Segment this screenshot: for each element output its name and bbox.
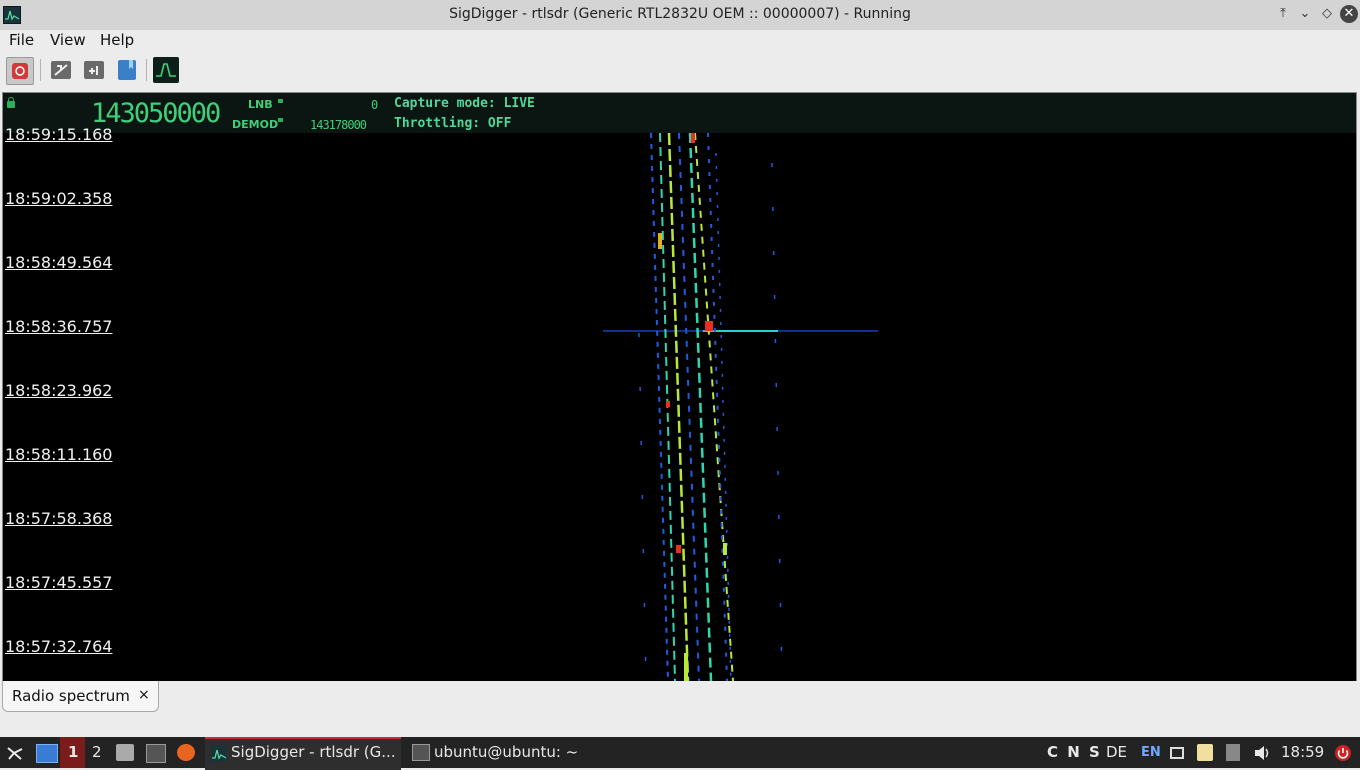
demod-lock-icon[interactable] — [278, 118, 283, 122]
lock-icon[interactable] — [7, 97, 15, 108]
taskbar: 1 2 SigDigger - rtlsdr (G... ubuntu@ubun… — [0, 737, 1360, 770]
add-panel-button[interactable] — [81, 57, 107, 83]
task-sigdigger[interactable]: SigDigger - rtlsdr (G... — [205, 737, 401, 770]
keyboard-layout-en[interactable]: EN — [1141, 745, 1161, 760]
workspace-1-label: 1 — [68, 743, 79, 761]
demod-frequency[interactable]: 143178000 — [310, 118, 367, 132]
file-manager-icon[interactable] — [116, 744, 134, 761]
record-icon — [12, 63, 28, 79]
menu-help[interactable]: Help — [100, 31, 134, 49]
capture-mode: Capture mode: LIVE — [394, 96, 535, 111]
workspace-2-button[interactable]: 2 — [92, 743, 102, 761]
settings-icon — [51, 61, 71, 79]
spectrum-icon — [156, 63, 176, 77]
menu-bar: File View Help — [0, 30, 1360, 52]
toolbar-separator — [40, 59, 41, 81]
timestamp: 18:58:36.757 — [5, 317, 113, 336]
workspace-1-button[interactable]: 1 — [60, 737, 85, 768]
add-icon — [84, 61, 104, 79]
sigdigger-icon — [211, 746, 227, 762]
clock: 18:59 — [1281, 743, 1325, 761]
menu-file[interactable]: File — [9, 31, 34, 49]
settings-button[interactable] — [48, 57, 74, 83]
keep-above-icon[interactable]: ⤒ — [1274, 5, 1292, 23]
timestamp: 18:59:02.358 — [5, 189, 113, 208]
frequency-lcd: 143050000 LNB 0 DEMOD 143178000 Capture … — [3, 93, 1356, 133]
tab-radio-spectrum[interactable]: Radio spectrum × — [2, 681, 159, 712]
close-tab-icon[interactable]: × — [138, 687, 150, 703]
power-icon[interactable] — [1334, 744, 1352, 761]
terminal-icon[interactable] — [146, 744, 166, 763]
waterfall-plot — [603, 133, 878, 681]
spectrum-button[interactable] — [153, 57, 179, 83]
lnb-label: LNB — [248, 98, 273, 111]
tab-bar: Radio spectrum × — [0, 681, 1360, 737]
volume-icon[interactable] — [1253, 744, 1271, 761]
bookmark-icon — [118, 60, 136, 80]
throttling-status: Throttling: OFF — [394, 116, 512, 131]
title-bar: SigDigger - rtlsdr (Generic RTL2832U OEM… — [0, 0, 1360, 31]
bookmark-button[interactable] — [114, 57, 140, 83]
maximize-icon[interactable]: ◇ — [1318, 5, 1336, 23]
task-terminal-label: ubuntu@ubuntu: ~ — [434, 743, 579, 761]
start-menu-icon[interactable] — [6, 744, 24, 761]
timestamp: 18:57:32.764 — [5, 637, 113, 656]
lnb-value[interactable]: 0 — [371, 98, 378, 112]
firefox-icon[interactable] — [177, 744, 195, 761]
lnb-lock-icon[interactable] — [278, 99, 283, 103]
window-title: SigDigger - rtlsdr (Generic RTL2832U OEM… — [449, 6, 911, 22]
spectrum-view[interactable]: 143050000 LNB 0 DEMOD 143178000 Capture … — [2, 92, 1357, 682]
lock-indicators: C N S — [1047, 743, 1102, 761]
timestamp: 18:57:58.368 — [5, 509, 113, 528]
demod-label: DEMOD — [232, 118, 279, 131]
timestamp: 18:58:49.564 — [5, 253, 113, 272]
removable-media-icon[interactable] — [1226, 744, 1240, 761]
timestamp: 18:57:45.557 — [5, 573, 113, 592]
task-sigdigger-label: SigDigger - rtlsdr (G... — [231, 743, 396, 761]
waterfall[interactable]: 18:59:15.168 18:59:02.358 18:58:49.564 1… — [3, 125, 1356, 681]
menu-view[interactable]: View — [50, 31, 86, 49]
timestamp: 18:58:23.962 — [5, 381, 113, 400]
display-icon[interactable] — [1170, 747, 1184, 759]
task-terminal[interactable]: ubuntu@ubuntu: ~ — [407, 737, 587, 768]
toolbar — [0, 54, 1360, 90]
record-button[interactable] — [6, 57, 34, 85]
timestamp: 18:58:11.160 — [5, 445, 113, 464]
terminal-task-icon — [412, 744, 430, 761]
toolbar-separator — [146, 59, 147, 81]
clipboard-icon[interactable] — [1197, 744, 1213, 761]
keyboard-layout-de[interactable]: DE — [1106, 743, 1127, 761]
timestamp: 18:59:15.168 — [5, 125, 113, 144]
close-icon[interactable]: ✕ — [1340, 5, 1358, 23]
minimize-icon[interactable]: ⌄ — [1296, 5, 1314, 23]
tab-label: Radio spectrum — [12, 687, 130, 705]
show-desktop-icon[interactable] — [36, 744, 58, 763]
